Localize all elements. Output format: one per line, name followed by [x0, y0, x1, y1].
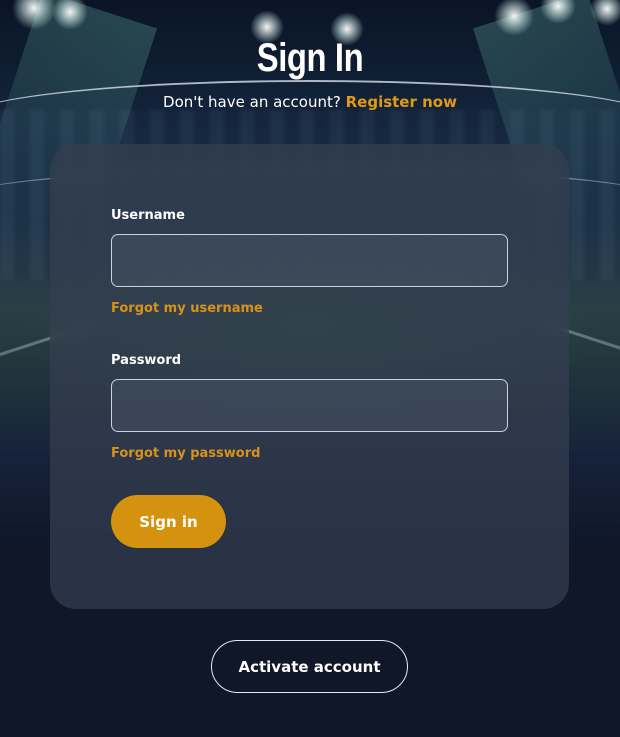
- forgot-password-link[interactable]: Forgot my password: [111, 446, 260, 461]
- register-now-link[interactable]: Register now: [346, 93, 457, 111]
- activate-account-button[interactable]: Activate account: [211, 640, 408, 693]
- password-input[interactable]: [111, 379, 508, 432]
- username-input[interactable]: [111, 234, 508, 287]
- register-prompt-text: Don't have an account?: [163, 93, 341, 111]
- sign-in-button[interactable]: Sign in: [111, 495, 226, 548]
- register-prompt: Don't have an account? Register now: [0, 93, 620, 111]
- page: Sign In Don't have an account? Register …: [0, 0, 620, 737]
- forgot-username-link[interactable]: Forgot my username: [111, 301, 263, 316]
- page-title: Sign In: [256, 36, 364, 80]
- password-label: Password: [111, 353, 182, 368]
- sign-in-card: Username Forgot my username Password For…: [50, 144, 569, 609]
- username-label: Username: [111, 208, 185, 223]
